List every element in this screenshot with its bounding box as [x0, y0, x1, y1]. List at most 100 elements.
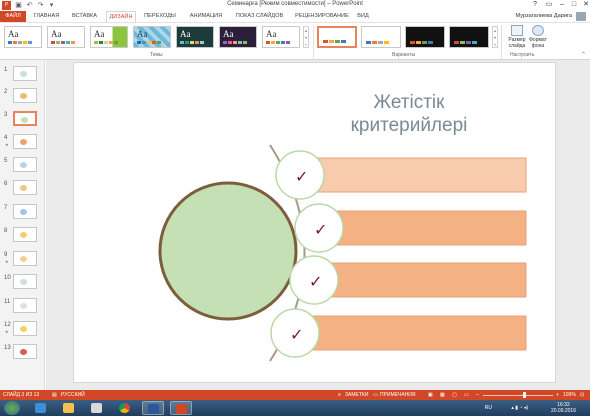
- theme-sample: Aa: [180, 29, 191, 39]
- slide-thumbnail[interactable]: [13, 66, 37, 81]
- animation-star-icon: ★: [5, 259, 9, 264]
- taskbar-powerpoint[interactable]: [170, 401, 192, 415]
- tab-animation[interactable]: АНИМАЦИЯ: [184, 11, 228, 22]
- tab-insert[interactable]: ВСТАВКА: [67, 11, 102, 22]
- slide-thumbnail[interactable]: [13, 251, 37, 266]
- slide-thumbnail[interactable]: [13, 227, 37, 242]
- zoom-out-icon[interactable]: –: [476, 390, 479, 400]
- variant-3[interactable]: [405, 26, 445, 48]
- slide-thumbnail[interactable]: [13, 204, 37, 219]
- help-icon[interactable]: ?: [528, 0, 542, 9]
- theme-office[interactable]: Aa: [4, 26, 42, 48]
- slideshow-icon[interactable]: ▭: [464, 390, 469, 400]
- criteria-bar: [294, 315, 527, 351]
- taskbar-media[interactable]: [86, 401, 108, 415]
- thumbnail-number: 3: [4, 112, 8, 118]
- taskbar-chrome[interactable]: [114, 401, 136, 415]
- variant-2[interactable]: [361, 26, 401, 48]
- slide-thumbnail[interactable]: [13, 344, 37, 359]
- thumbnail-preview: [20, 139, 27, 145]
- theme-sample: Aa: [266, 29, 277, 39]
- thumbnail-preview: [20, 185, 27, 191]
- thumbnail-number: 13: [4, 345, 11, 351]
- thumbnail-number: 6: [4, 181, 8, 187]
- thumbnail-number: 5: [4, 158, 8, 164]
- theme-6[interactable]: Aa: [219, 26, 257, 48]
- chrome-icon: [119, 403, 130, 413]
- theme-sample: Aa: [8, 29, 19, 39]
- language-status[interactable]: РУССКИЙ: [61, 390, 85, 400]
- theme-4[interactable]: Aa: [133, 26, 171, 48]
- zoom-slider[interactable]: [483, 392, 553, 398]
- themes-scroll-icon[interactable]: ▴ ▾ ▿: [303, 26, 309, 48]
- variant-1[interactable]: [317, 26, 357, 48]
- slide-thumbnail[interactable]: [13, 157, 37, 172]
- slide-canvas[interactable]: Жетістік критерийлері ✓ ✓ ✓ ✓: [73, 62, 556, 383]
- theme-7[interactable]: Aa: [262, 26, 300, 48]
- thumbnail-number: 1: [4, 67, 8, 73]
- animation-star-icon: ★: [5, 142, 9, 147]
- start-button-icon[interactable]: [4, 401, 20, 415]
- title-bar: P ▣ ↶ ↷ ▾ Семинарға [Режим совместимости…: [0, 0, 590, 11]
- slide-sorter-icon[interactable]: ▦: [440, 390, 445, 400]
- tab-home[interactable]: ГЛАВНАЯ: [30, 11, 63, 22]
- thumbnail-number: 9: [4, 252, 8, 258]
- theme-2[interactable]: Aa: [47, 26, 85, 48]
- powerpoint-icon: [176, 404, 187, 414]
- notes-button[interactable]: ЗАМЕТКИ: [345, 390, 368, 400]
- clock[interactable]: 16:32 20.09.2016: [551, 402, 576, 414]
- reading-view-icon[interactable]: ▢: [452, 390, 457, 400]
- checkmark-icon: ✓: [309, 272, 322, 291]
- theme-sample: Aa: [94, 29, 105, 39]
- thumbnail-preview: [20, 256, 27, 262]
- ribbon-tabs: ФАЙЛ ГЛАВНАЯ ВСТАВКА ДИЗАЙН ПЕРЕХОДЫ АНИ…: [0, 11, 590, 22]
- zoom-in-icon[interactable]: +: [556, 390, 559, 400]
- user-name[interactable]: Мурзагалиева Дарига: [516, 11, 572, 22]
- taskbar-explorer[interactable]: [58, 401, 80, 415]
- thumbnail-preview: [20, 349, 27, 355]
- slide-thumbnail[interactable]: [13, 134, 37, 149]
- comments-icon[interactable]: ▭: [373, 390, 378, 400]
- tab-view[interactable]: ВИД: [356, 11, 370, 22]
- thumbnail-number: 10: [4, 275, 11, 281]
- thumbnail-number: 7: [4, 205, 8, 211]
- taskbar-ie[interactable]: [30, 401, 52, 415]
- variant-4[interactable]: [449, 26, 489, 48]
- normal-view-icon[interactable]: ▣: [428, 390, 433, 400]
- close-button[interactable]: ✕: [579, 0, 590, 9]
- slide-thumbnail[interactable]: [13, 321, 37, 336]
- tab-file[interactable]: ФАЙЛ: [0, 11, 26, 22]
- variants-group-label: Варианты: [392, 52, 416, 58]
- format-background-button[interactable]: Формат фона: [523, 24, 553, 52]
- zoom-slider-thumb[interactable]: [523, 392, 526, 398]
- comments-button[interactable]: ПРИМЕЧАНИЯ: [380, 390, 416, 400]
- slide-thumbnail[interactable]: [13, 274, 37, 289]
- slide-thumbnail[interactable]: [13, 298, 37, 313]
- theme-sample: Aa: [223, 29, 234, 39]
- tray-icons[interactable]: ▴ ▮ ◔ ◂): [511, 405, 528, 411]
- theme-3[interactable]: Aa: [90, 26, 128, 48]
- tab-review[interactable]: РЕЦЕНЗИРОВАНИЕ: [292, 11, 352, 22]
- variants-scroll-icon[interactable]: ▴ ▾ ▿: [492, 26, 498, 48]
- slide-thumbnail[interactable]: [13, 111, 37, 126]
- clock-date: 20.09.2016: [550, 408, 576, 414]
- notes-icon[interactable]: ≡: [338, 390, 341, 400]
- zoom-level[interactable]: 109%: [563, 390, 576, 400]
- collapse-ribbon-icon[interactable]: ⌃: [581, 51, 586, 58]
- spellcheck-icon[interactable]: ▤: [52, 390, 57, 400]
- criteria-bar: [299, 157, 527, 193]
- avatar[interactable]: [576, 12, 586, 21]
- theme-5[interactable]: Aa: [176, 26, 214, 48]
- tab-design[interactable]: ДИЗАЙН: [106, 11, 136, 22]
- theme-sample: Aa: [137, 29, 148, 39]
- ribbon-display-icon[interactable]: ▭: [542, 0, 556, 9]
- fit-slide-icon[interactable]: ⊡: [580, 390, 584, 400]
- tab-slideshow[interactable]: ПОКАЗ СЛАЙДОВ: [232, 11, 287, 22]
- input-language[interactable]: RU: [485, 405, 492, 411]
- animation-star-icon: ★: [5, 329, 9, 334]
- slide-thumbnail[interactable]: [13, 180, 37, 195]
- slide-thumbnail[interactable]: [13, 88, 37, 103]
- thumbnail-number: 12: [4, 322, 11, 328]
- tab-transitions[interactable]: ПЕРЕХОДЫ: [140, 11, 180, 22]
- taskbar-word[interactable]: [142, 401, 164, 415]
